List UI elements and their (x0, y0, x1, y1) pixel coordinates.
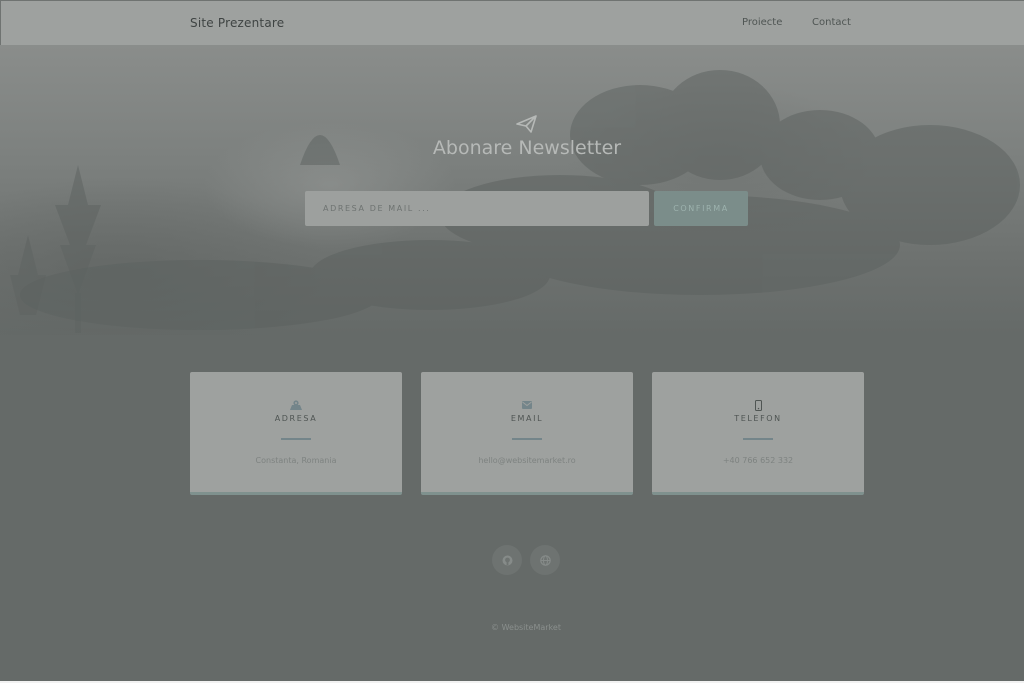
contact-card-phone: TELEFON +40 766 652 332 (652, 372, 864, 495)
forest-background-image (10, 70, 1020, 333)
mobile-phone-icon (652, 398, 864, 412)
card-title: ADRESA (274, 414, 318, 423)
card-divider (743, 438, 773, 440)
navbar: Site Prezentare Proiecte Contact (0, 0, 1024, 45)
confirm-button[interactable]: CONFIRMA (654, 191, 748, 226)
card-title: TELEFON (734, 414, 782, 423)
email-value[interactable]: hello@websitemarket.ro (421, 456, 633, 465)
nav-link-contact[interactable]: Contact (812, 17, 851, 28)
card-divider (512, 438, 542, 440)
envelope-icon (421, 398, 633, 412)
contact-card-email: EMAIL hello@websitemarket.ro (421, 372, 633, 495)
contact-card-address: ADRESA Constanta, Romania (190, 372, 402, 495)
github-link[interactable] (492, 545, 522, 575)
globe-icon (539, 554, 551, 566)
map-location-icon (190, 398, 402, 412)
paper-plane-icon (516, 115, 537, 133)
address-value: Constanta, Romania (255, 456, 337, 465)
phone-value[interactable]: +40 766 652 332 (652, 456, 864, 465)
globe-link[interactable] (530, 545, 560, 575)
card-title: EMAIL (510, 414, 544, 423)
newsletter-hero: Abonare Newsletter CONFIRMA (0, 45, 1024, 335)
email-input[interactable] (305, 191, 649, 226)
card-divider (281, 438, 311, 440)
footer-copyright: © WebsiteMarket (491, 623, 561, 632)
nav-link-proiecte[interactable]: Proiecte (742, 17, 782, 28)
newsletter-title: Abonare Newsletter (432, 137, 622, 159)
github-icon (502, 555, 512, 565)
brand-logo-text[interactable]: Site Prezentare (190, 16, 284, 30)
